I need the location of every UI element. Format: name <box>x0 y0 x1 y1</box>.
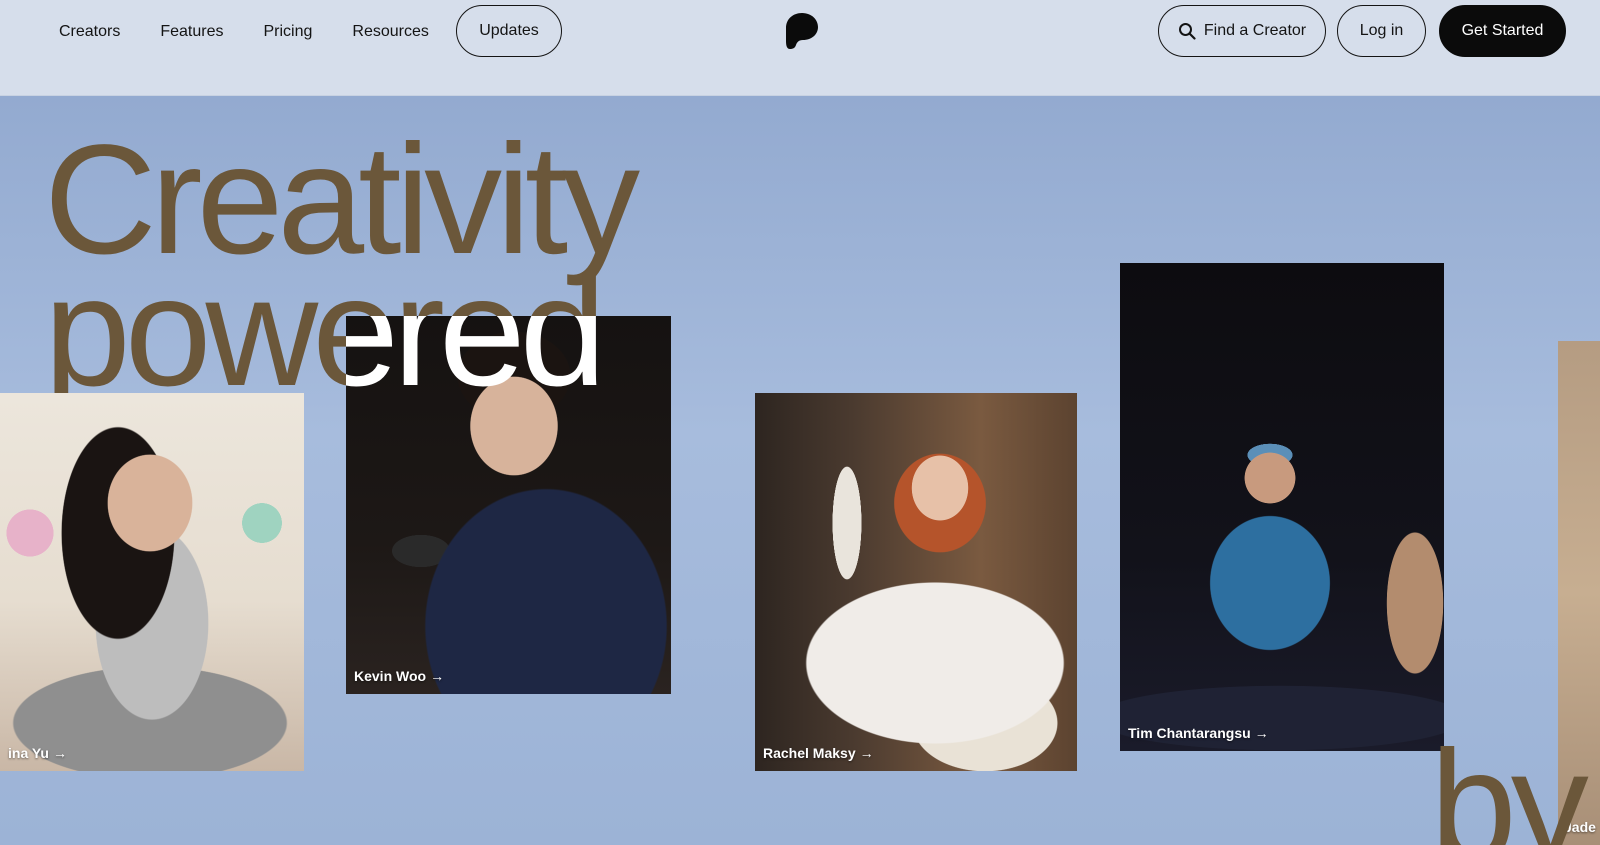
arrow-right-icon: → <box>52 745 67 761</box>
arrow-right-icon: → <box>430 668 445 684</box>
nav-resources[interactable]: Resources <box>352 23 428 41</box>
creator-photo <box>0 393 304 771</box>
get-started-label: Get Started <box>1461 22 1544 39</box>
creator-name: Tim Chantarangsu <box>1128 725 1251 741</box>
creator-name-label: ina Yu → <box>8 745 67 761</box>
headline-by: by <box>1430 719 1589 845</box>
updates-label: Updates <box>479 22 539 39</box>
log-in-button[interactable]: Log in <box>1337 5 1426 57</box>
search-icon <box>1178 23 1196 40</box>
creator-name-label: Rachel Maksy → <box>763 745 874 761</box>
nav-creators[interactable]: Creators <box>59 23 120 41</box>
creator-name: ina Yu <box>8 745 49 761</box>
arrow-right-icon: → <box>859 745 874 761</box>
nav-pricing[interactable]: Pricing <box>264 23 313 41</box>
arrow-right-icon: → <box>1254 725 1269 741</box>
find-creator-button[interactable]: Find a Creator <box>1158 5 1326 57</box>
creator-card-rachel-maksy[interactable]: Rachel Maksy → <box>755 393 1077 771</box>
creator-card-tim-chantarangsu[interactable]: Tim Chantarangsu → <box>1120 263 1444 751</box>
creator-name-label: Kevin Woo → <box>354 668 444 684</box>
creator-name: Kevin Woo <box>354 668 427 684</box>
creator-photo <box>755 393 1077 771</box>
updates-button[interactable]: Updates <box>456 5 562 57</box>
creator-name-label: Tim Chantarangsu → <box>1128 725 1269 741</box>
nav-features[interactable]: Features <box>160 23 223 41</box>
patreon-logo-icon[interactable] <box>785 12 819 50</box>
creator-name: Rachel Maksy <box>763 745 856 761</box>
creator-photo <box>346 316 671 694</box>
creator-card-kevin-woo[interactable]: Kevin Woo → <box>346 316 671 694</box>
hero-section: Creativity powered ina Yu→ Kevin Woo→ po… <box>0 96 1600 845</box>
top-navigation: Creators Features Pricing Resources Upda… <box>0 0 1600 96</box>
creator-photo <box>1120 263 1444 751</box>
creator-card-tina-yu[interactable]: ina Yu → <box>0 393 304 771</box>
log-in-label: Log in <box>1359 22 1404 39</box>
find-creator-label: Find a Creator <box>1203 22 1307 39</box>
primary-nav: Creators Features Pricing Resources <box>59 10 429 54</box>
get-started-button[interactable]: Get Started <box>1439 5 1566 57</box>
